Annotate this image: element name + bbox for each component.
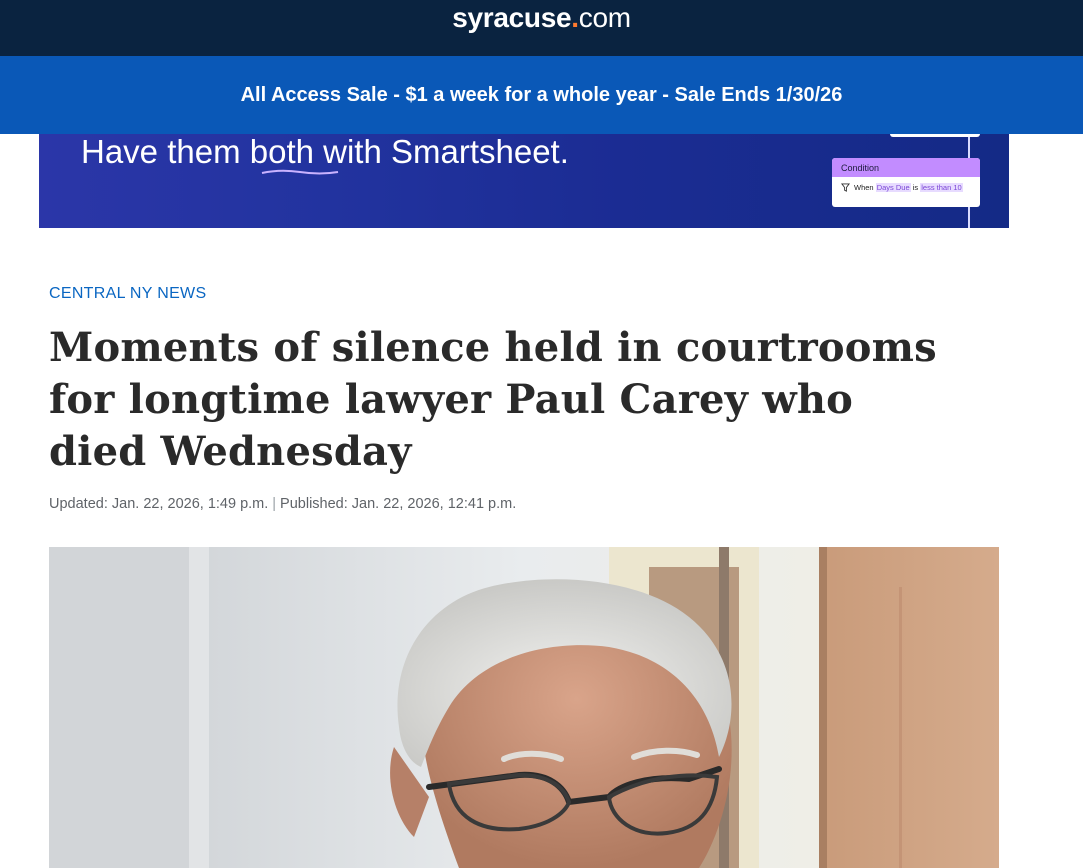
logo-brand: syracuse [452, 2, 572, 33]
advertisement-banner[interactable]: Have them both with Smartsheet. Conditio… [39, 134, 1009, 228]
ad-headline: Have them both with Smartsheet. [81, 134, 569, 170]
ad-underline-decoration [261, 169, 339, 175]
promo-text: All Access Sale - $1 a week for a whole … [240, 83, 843, 106]
ad-top-card [890, 134, 980, 137]
logo-dot: . [571, 2, 579, 33]
site-header: syracuse.com [0, 0, 1083, 56]
lead-photo-illustration [49, 547, 999, 868]
ad-condition-value: less than 10 [920, 183, 963, 192]
subscription-promo-banner[interactable]: All Access Sale - $1 a week for a whole … [0, 56, 1083, 134]
article-title: Moments of silence held in courtrooms fo… [49, 324, 937, 475]
ad-condition-title: Condition [832, 158, 980, 177]
article-lead-photo[interactable] [49, 547, 999, 868]
ad-condition-row: When Days Due is less than 10 [832, 177, 980, 192]
ad-condition-operator: is [912, 183, 919, 192]
updated-time: Updated: Jan. 22, 2026, 1:49 p.m. [49, 496, 269, 512]
section-link[interactable]: CENTRAL NY NEWS [49, 285, 206, 303]
published-time: Published: Jan. 22, 2026, 12:41 p.m. [280, 496, 517, 512]
article-timestamps: Updated: Jan. 22, 2026, 1:49 p.m. | Publis… [49, 496, 516, 512]
logo-tld: com [578, 2, 631, 33]
site-logo[interactable]: syracuse.com [0, 2, 1083, 34]
ad-condition-card: Condition When Days Due is less than 10 [832, 158, 980, 207]
ad-condition-prefix: When [854, 183, 874, 192]
ad-condition-field: Days Due [875, 183, 911, 192]
filter-icon [841, 183, 850, 192]
timestamp-separator: | [272, 496, 277, 512]
